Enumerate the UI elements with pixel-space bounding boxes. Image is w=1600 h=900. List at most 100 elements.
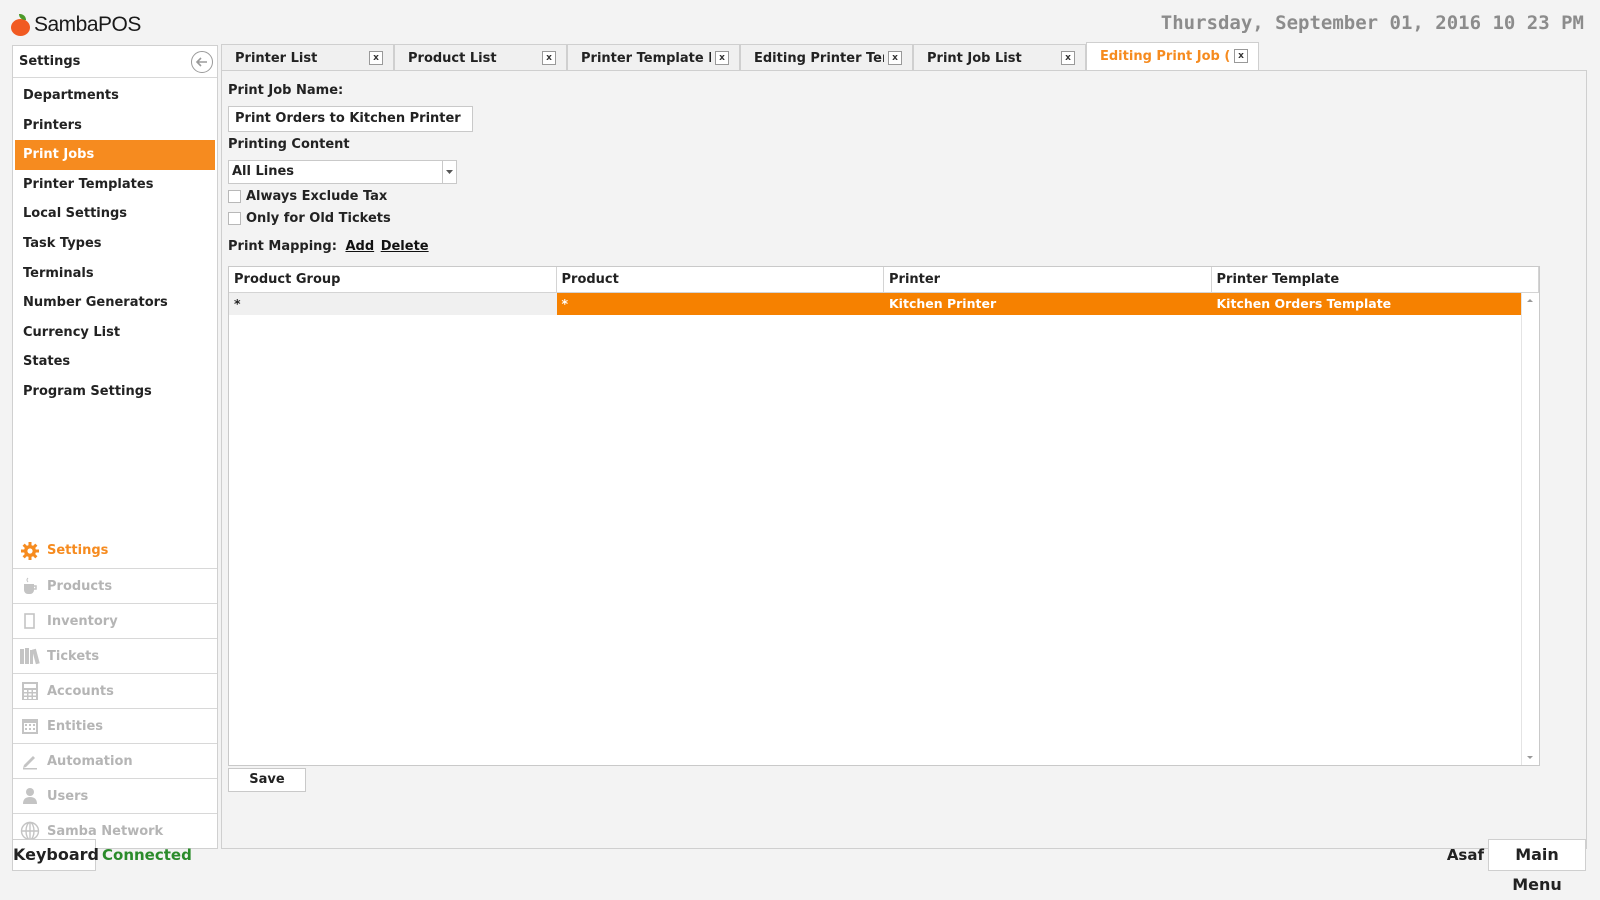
close-icon[interactable]: x <box>715 51 729 65</box>
print-job-name-label: Print Job Name: <box>228 83 344 98</box>
box-icon <box>19 610 41 632</box>
cup-icon <box>19 575 41 597</box>
settings-nav-list: Departments Printers Print Jobs Printer … <box>13 78 217 407</box>
module-accounts[interactable]: Accounts <box>13 673 217 708</box>
column-header-printer[interactable]: Printer <box>884 267 1212 292</box>
tab-print-job-list[interactable]: Print Job List x <box>913 44 1086 71</box>
delete-mapping-link[interactable]: Delete <box>381 239 429 254</box>
sidebar-item-currency-list[interactable]: Currency List <box>15 318 215 348</box>
module-label: Inventory <box>47 613 118 629</box>
module-label: Users <box>47 788 89 804</box>
sidebar-item-local-settings[interactable]: Local Settings <box>15 199 215 229</box>
sidebar-item-task-types[interactable]: Task Types <box>15 229 215 259</box>
tab-label: Editing Printer Template <box>754 51 884 66</box>
scroll-up-icon[interactable] <box>1527 299 1533 302</box>
books-icon <box>19 645 41 667</box>
printing-content-value: All Lines <box>232 164 295 179</box>
main-menu-button[interactable]: Main Menu <box>1488 839 1586 894</box>
checkbox-label: Only for Old Tickets <box>246 211 391 226</box>
tab-product-list[interactable]: Product List x <box>394 44 567 71</box>
sidebar-item-departments[interactable]: Departments <box>15 81 215 111</box>
clock: Thursday, September 01, 2016 10 23 PM <box>1160 12 1584 34</box>
module-label: Samba Network <box>47 823 164 839</box>
module-label: Products <box>47 578 113 594</box>
sidebar-item-printer-templates[interactable]: Printer Templates <box>15 170 215 200</box>
gear-icon <box>19 540 41 562</box>
module-label: Tickets <box>47 648 100 664</box>
checkbox-box[interactable] <box>228 190 241 203</box>
sidebar-item-print-jobs[interactable]: Print Jobs <box>15 140 215 170</box>
sidebar-title: Settings <box>19 54 81 69</box>
settings-sidebar: Settings Departments Printers Print Jobs… <box>12 45 218 849</box>
module-automation[interactable]: Automation <box>13 743 217 778</box>
dropdown-arrow-icon[interactable] <box>442 161 456 183</box>
scroll-down-icon[interactable] <box>1527 756 1533 759</box>
printing-content-select[interactable]: All Lines <box>228 160 457 184</box>
calculator-icon <box>19 680 41 702</box>
module-users[interactable]: Users <box>13 778 217 813</box>
checkbox-box[interactable] <box>228 212 241 225</box>
column-header-printer-template[interactable]: Printer Template <box>1212 267 1539 292</box>
module-list: Settings Products Inventory Tickets Acco… <box>13 533 217 848</box>
sidebar-item-states[interactable]: States <box>15 347 215 377</box>
tab-editing-print-job[interactable]: Editing Print Job (Print Orders to Kitch… <box>1086 42 1259 71</box>
always-exclude-tax-checkbox[interactable]: Always Exclude Tax <box>228 189 387 204</box>
tab-label: Printer Template List <box>581 51 711 66</box>
tab-printer-template-list[interactable]: Printer Template List x <box>567 44 740 71</box>
tab-label: Editing Print Job (Print Orders to Kitch… <box>1100 49 1230 64</box>
close-icon[interactable]: x <box>542 51 556 65</box>
module-label: Accounts <box>47 683 114 699</box>
sidebar-item-printers[interactable]: Printers <box>15 111 215 141</box>
module-settings[interactable]: Settings <box>13 533 217 568</box>
grid-header: Product Group Product Printer Printer Te… <box>229 267 1539 293</box>
module-label: Entities <box>47 718 104 734</box>
close-icon[interactable]: x <box>369 51 383 65</box>
column-header-product[interactable]: Product <box>557 267 884 292</box>
tab-label: Product List <box>408 51 497 66</box>
cell-printer[interactable]: Kitchen Printer <box>884 293 1212 315</box>
module-products[interactable]: Products <box>13 568 217 603</box>
checkbox-label: Always Exclude Tax <box>246 189 388 204</box>
tab-printer-list[interactable]: Printer List x <box>221 44 394 71</box>
sidebar-item-number-generators[interactable]: Number Generators <box>15 288 215 318</box>
print-mapping-grid: Product Group Product Printer Printer Te… <box>228 266 1540 766</box>
module-label: Automation <box>47 753 133 769</box>
only-old-tickets-checkbox[interactable]: Only for Old Tickets <box>228 211 391 226</box>
tab-label: Print Job List <box>927 51 1022 66</box>
sidebar-header: Settings <box>13 46 217 78</box>
add-mapping-link[interactable]: Add <box>345 239 374 254</box>
tab-label: Printer List <box>235 51 318 66</box>
cell-printer-template[interactable]: Kitchen Orders Template <box>1211 293 1539 315</box>
pen-icon <box>19 750 41 772</box>
cell-product-group[interactable]: * <box>229 293 557 315</box>
connection-status: Connected <box>102 846 192 864</box>
column-header-product-group[interactable]: Product Group <box>229 267 557 292</box>
close-icon[interactable]: x <box>1234 49 1248 63</box>
sidebar-item-program-settings[interactable]: Program Settings <box>15 377 215 407</box>
module-inventory[interactable]: Inventory <box>13 603 217 638</box>
close-icon[interactable]: x <box>1061 51 1075 65</box>
module-entities[interactable]: Entities <box>13 708 217 743</box>
back-arrow-icon[interactable] <box>191 50 213 73</box>
close-icon[interactable]: x <box>888 51 902 65</box>
calendar-icon <box>19 715 41 737</box>
apple-logo-icon <box>10 14 32 36</box>
tab-editing-printer-template[interactable]: Editing Printer Template x <box>740 44 913 71</box>
logo-text: SambaPOS <box>34 13 141 36</box>
module-tickets[interactable]: Tickets <box>13 638 217 673</box>
print-mapping-row: Print Mapping: Add Delete <box>228 239 429 254</box>
save-button[interactable]: Save <box>228 768 306 792</box>
print-mapping-label: Print Mapping: <box>228 239 337 254</box>
cell-product[interactable]: * <box>556 293 884 315</box>
table-row[interactable]: * * Kitchen Printer Kitchen Orders Templ… <box>229 293 1539 315</box>
print-job-name-input[interactable]: Print Orders to Kitchen Printer <box>228 106 473 132</box>
document-tabs: Printer List x Product List x Printer Te… <box>221 42 1259 71</box>
current-user: Asaf <box>1446 846 1484 864</box>
grid-scrollbar[interactable] <box>1521 293 1539 765</box>
sidebar-item-terminals[interactable]: Terminals <box>15 259 215 289</box>
app-logo: SambaPOS <box>10 8 141 42</box>
edit-print-job-panel: Print Job Name: Print Orders to Kitchen … <box>221 70 1587 849</box>
keyboard-button[interactable]: Keyboard <box>12 839 99 871</box>
module-label: Settings <box>47 543 109 558</box>
user-icon <box>19 785 41 807</box>
